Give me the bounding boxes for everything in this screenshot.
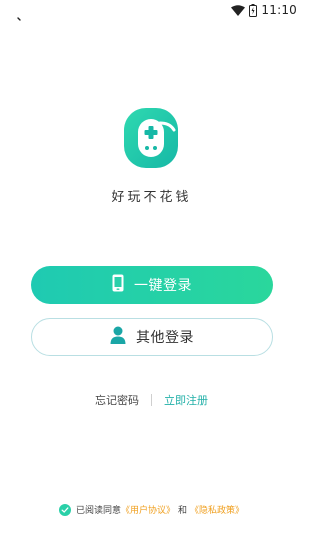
one-click-login-label: 一键登录: [134, 278, 192, 294]
agreement-and: 和: [178, 506, 188, 516]
auth-links: 忘记密码 立即注册: [0, 392, 303, 408]
forgot-password-link[interactable]: 忘记密码: [95, 392, 139, 408]
gamepad-logo-icon: [124, 108, 178, 168]
status-time: 11:10: [261, 3, 297, 17]
one-click-login-button[interactable]: 一键登录: [31, 266, 273, 304]
other-login-label: 其他登录: [136, 330, 194, 346]
user-agreement-link[interactable]: 《用户协议》: [121, 503, 175, 516]
agreement-row: 已阅读同意 《用户协议》 和 《隐私政策》: [0, 503, 303, 516]
phone-icon: [112, 274, 124, 296]
agreement-prefix: 已阅读同意: [75, 506, 121, 516]
status-bar: 11:10: [0, 0, 303, 22]
agreement-checkbox[interactable]: [58, 503, 71, 516]
battery-icon: [249, 3, 258, 17]
back-icon: [17, 17, 21, 21]
person-icon: [110, 326, 126, 348]
check-icon: [61, 506, 69, 513]
privacy-policy-link[interactable]: 《隐私政策》: [190, 503, 244, 516]
wifi-icon: [231, 4, 246, 16]
other-login-button[interactable]: 其他登录: [31, 318, 273, 356]
register-link[interactable]: 立即注册: [164, 392, 208, 408]
app-tagline: 好玩不花钱: [111, 190, 192, 205]
back-button[interactable]: [14, 12, 28, 26]
status-right: 11:10: [231, 3, 297, 17]
link-divider: [151, 394, 152, 406]
